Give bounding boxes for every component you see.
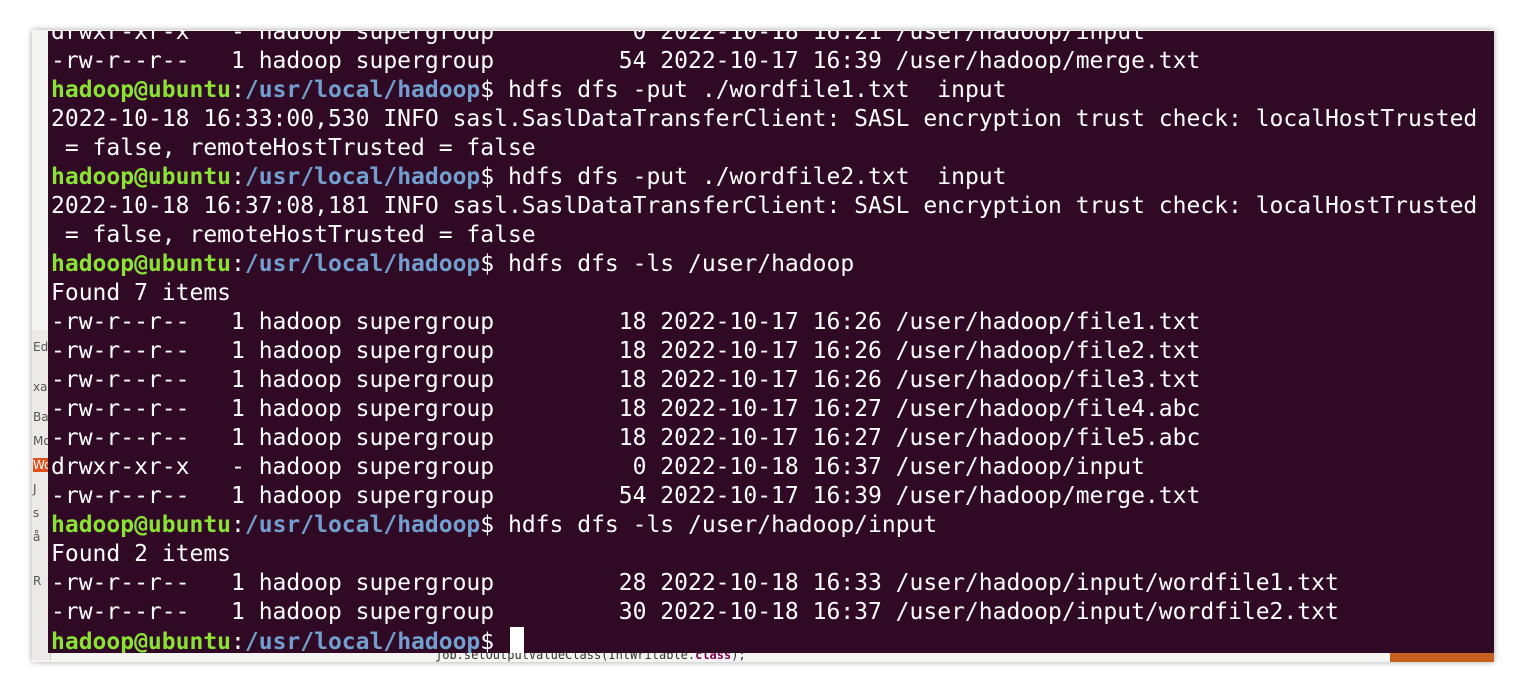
prompt-symbol: $ [480,251,495,277]
prompt-separator: : [231,512,245,538]
terminal-prompt-line: hadoop@ubuntu:/usr/local/hadoop$ hdfs df… [51,511,1477,540]
prompt-path: /usr/local/hadoop [244,629,481,653]
terminal-output-line: -rw-r--r-- 1 hadoop supergroup 18 2022-1… [51,396,1201,422]
terminal-output-line: -rw-r--r-- 1 hadoop supergroup 18 2022-1… [51,425,1201,451]
terminal-output-line: -rw-r--r-- 1 hadoop supergroup 18 2022-1… [51,367,1201,393]
prompt-user: hadoop@ubuntu [51,512,232,538]
prompt-user: hadoop@ubuntu [51,164,232,190]
terminal-output-line: drwxr-xr-x - hadoop supergroup 0 2022-10… [51,454,1145,480]
terminal-output-line: = false, remoteHostTrusted = false [51,135,536,161]
command-text [494,629,508,653]
terminal-output-line: -rw-r--r-- 1 hadoop supergroup 54 2022-1… [51,483,1201,509]
terminal-output-line: Found 7 items [51,280,232,306]
terminal-output-line: = false, remoteHostTrusted = false [51,222,536,248]
prompt-separator: : [231,251,245,277]
prompt-user: hadoop@ubuntu [51,77,232,103]
background-sidebar-fragment: s [33,506,40,520]
prompt-user: hadoop@ubuntu [51,629,232,653]
terminal-output-line: drwxr-xr-x - hadoop supergroup 0 2022-10… [51,31,1145,45]
terminal-output-line: -rw-r--r-- 1 hadoop supergroup 18 2022-1… [51,309,1201,335]
command-text: hdfs dfs -put ./wordfile2.txt input [494,164,1007,190]
terminal-output-line: Found 2 items [51,541,232,567]
terminal-cursor[interactable] [510,627,524,653]
prompt-symbol: $ [480,512,495,538]
terminal-output-line: 2022-10-18 16:37:08,181 INFO sasl.SaslDa… [51,193,1478,219]
prompt-symbol: $ [480,629,495,653]
command-text: hdfs dfs -put ./wordfile1.txt input [494,77,1007,103]
terminal-prompt-line: hadoop@ubuntu:/usr/local/hadoop$ hdfs df… [51,250,1477,279]
prompt-path: /usr/local/hadoop [244,251,481,277]
terminal-output: drwxr-xr-x - hadoop supergroup 0 2022-10… [51,31,1477,653]
prompt-path: /usr/local/hadoop [244,77,481,103]
prompt-path: /usr/local/hadoop [244,164,481,190]
prompt-symbol: $ [480,164,495,190]
terminal-output-line: 2022-10-18 16:33:00,530 INFO sasl.SaslDa… [51,106,1478,132]
prompt-separator: : [231,77,245,103]
terminal-window[interactable]: drwxr-xr-x - hadoop supergroup 0 2022-10… [48,31,1494,653]
background-sidebar-fragment: R [33,574,42,588]
terminal-output-line: -rw-r--r-- 1 hadoop supergroup 54 2022-1… [51,48,1201,74]
terminal-output-line: -rw-r--r-- 1 hadoop supergroup 28 2022-1… [51,570,1339,596]
terminal-prompt-line: hadoop@ubuntu:/usr/local/hadoop$ hdfs df… [51,76,1477,105]
background-sidebar-fragment: å [33,530,41,544]
command-text: hdfs dfs -ls /user/hadoop/input [494,512,938,538]
terminal-output-line: -rw-r--r-- 1 hadoop supergroup 18 2022-1… [51,338,1201,364]
prompt-path: /usr/local/hadoop [244,512,481,538]
background-sidebar-fragment: J [33,482,37,496]
terminal-output-line: -rw-r--r-- 1 hadoop supergroup 30 2022-1… [51,599,1339,625]
prompt-separator: : [231,164,245,190]
prompt-user: hadoop@ubuntu [51,251,232,277]
terminal-prompt-line: hadoop@ubuntu:/usr/local/hadoop$ hdfs df… [51,163,1477,192]
prompt-separator: : [231,629,245,653]
command-text: hdfs dfs -ls /user/hadoop [494,251,855,277]
terminal-prompt-line: hadoop@ubuntu:/usr/local/hadoop$ [51,627,1477,653]
prompt-symbol: $ [480,77,495,103]
background-sidebar-fragment: Ba [33,410,49,424]
